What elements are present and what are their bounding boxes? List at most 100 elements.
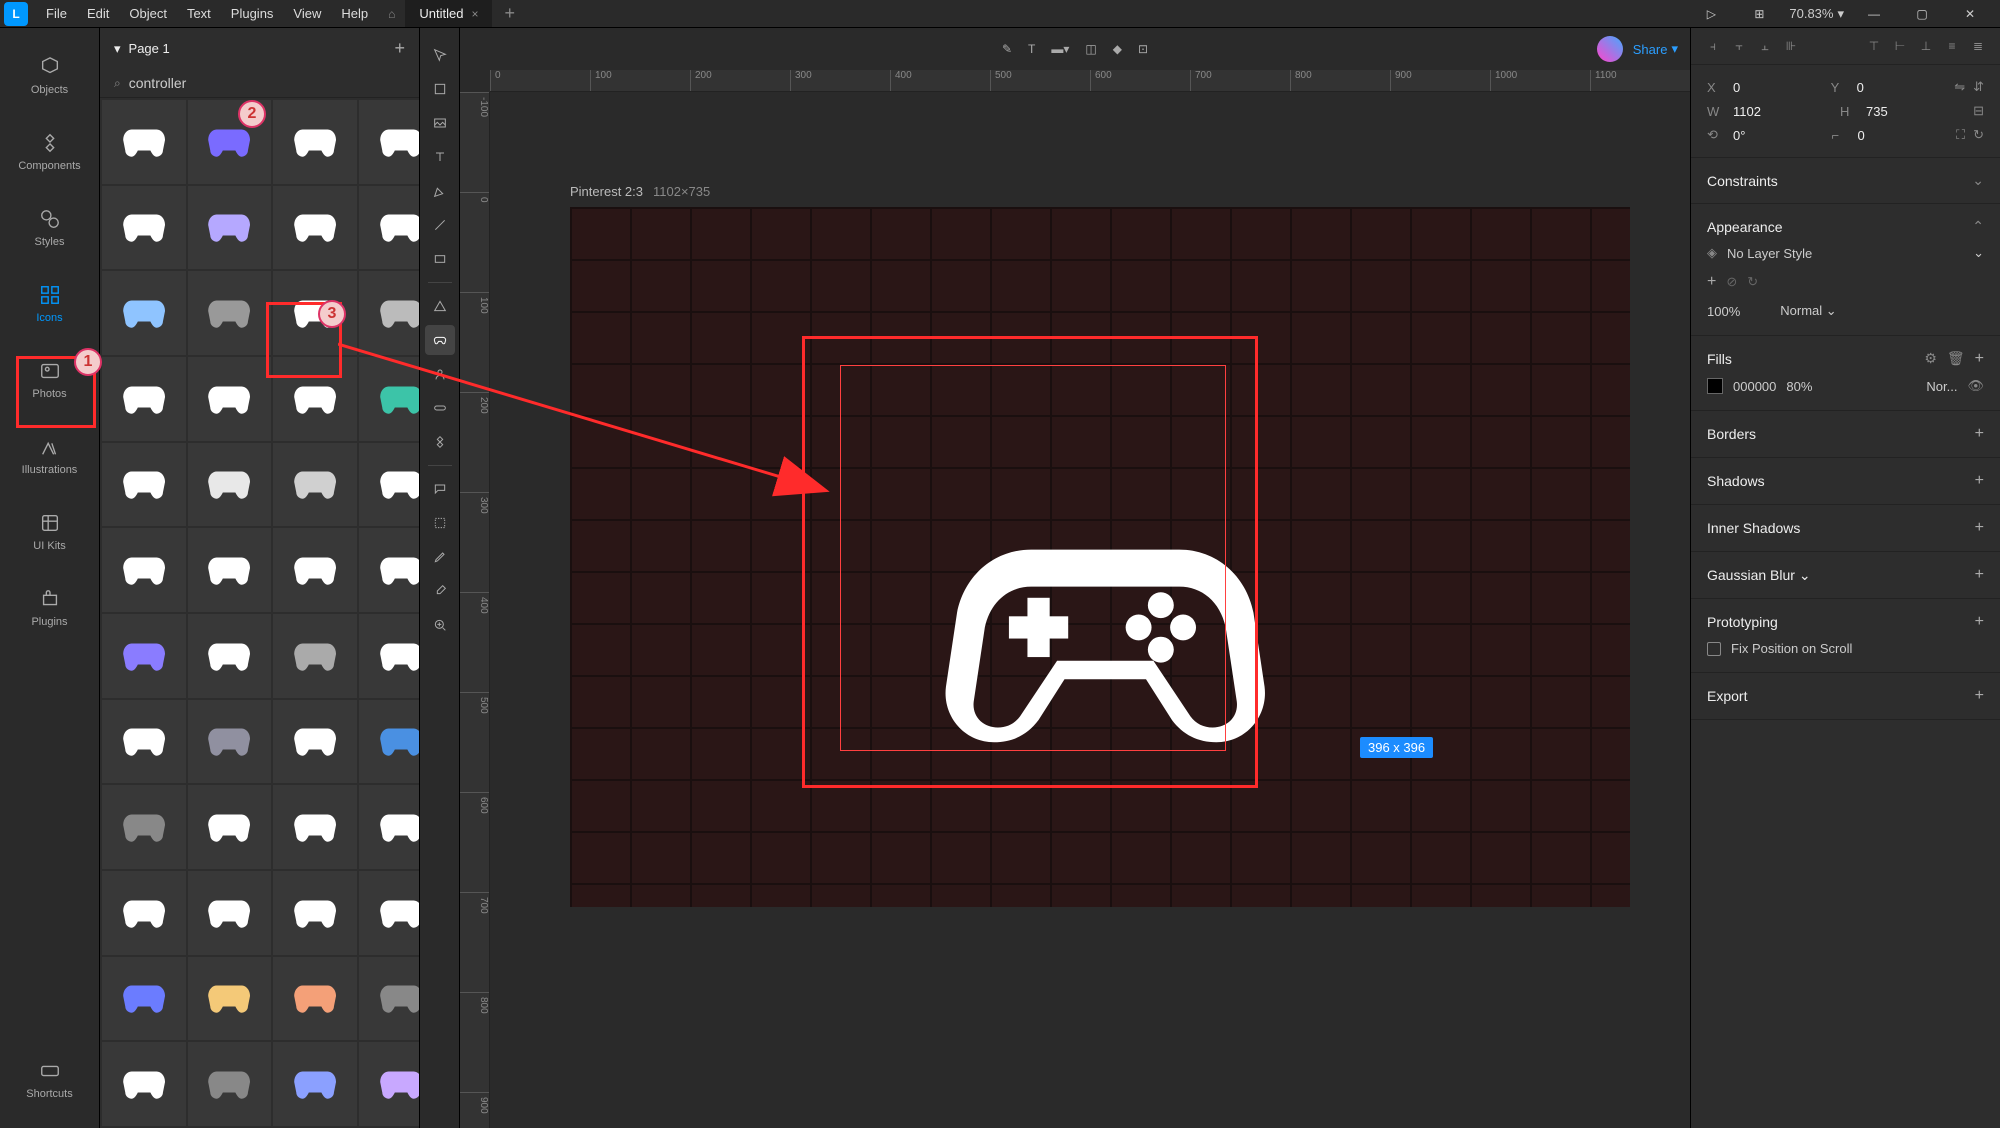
add-export-button[interactable]: + <box>1975 687 1984 705</box>
fix-position-row[interactable]: Fix Position on Scroll <box>1707 635 1984 662</box>
icon-result[interactable] <box>273 528 357 612</box>
rotation-value[interactable]: 0° <box>1733 128 1783 143</box>
h-value[interactable]: 735 <box>1866 104 1916 119</box>
tool-eyedropper[interactable] <box>425 576 455 606</box>
icon-result[interactable] <box>359 271 419 355</box>
icon-result[interactable] <box>273 871 357 955</box>
opacity-value[interactable]: 100% <box>1707 304 1740 319</box>
align-bottom-icon[interactable]: ⊥ <box>1916 36 1936 56</box>
rail-ui-kits[interactable]: UI Kits <box>10 504 90 560</box>
fill-hex[interactable]: 000000 <box>1733 379 1776 394</box>
icon-result[interactable] <box>102 614 186 698</box>
tool-text[interactable] <box>425 142 455 172</box>
tool-avatar[interactable] <box>425 359 455 389</box>
borders-header[interactable]: Borders+ <box>1707 421 1984 447</box>
pencil-icon[interactable]: ✎ <box>1002 42 1012 56</box>
app-logo[interactable]: L <box>4 2 28 26</box>
shadows-header[interactable]: Shadows+ <box>1707 468 1984 494</box>
crop-icon[interactable]: ◫ <box>1085 42 1096 56</box>
text-icon[interactable]: T <box>1028 42 1035 56</box>
expand-corner-icon[interactable]: ⛶ <box>1956 127 1965 143</box>
tool-controller[interactable] <box>425 325 455 355</box>
component-icon[interactable]: ◆ <box>1113 42 1122 56</box>
distribute-v-icon[interactable]: ≡ <box>1942 36 1962 56</box>
shape-icon[interactable]: ▬▾ <box>1051 42 1069 56</box>
icon-result[interactable] <box>359 785 419 869</box>
menu-help[interactable]: Help <box>331 6 378 21</box>
rail-shortcuts[interactable]: Shortcuts <box>10 1052 90 1108</box>
tool-image[interactable] <box>425 108 455 138</box>
eye-icon[interactable]: 👁 <box>1967 378 1984 394</box>
icon-result[interactable] <box>359 700 419 784</box>
icon-result[interactable] <box>359 871 419 955</box>
icon-result[interactable] <box>273 957 357 1041</box>
icon-result[interactable] <box>273 443 357 527</box>
lock-ratio-icon[interactable]: ⊟ <box>1973 103 1984 119</box>
grid-icon[interactable]: ⊞ <box>1741 1 1777 27</box>
fill-swatch[interactable] <box>1707 378 1723 394</box>
tool-zoomin[interactable] <box>425 610 455 640</box>
layer-style-row[interactable]: ◈No Layer Style⌄ <box>1707 239 1984 267</box>
home-icon[interactable]: ⌂ <box>378 7 405 21</box>
icon-result[interactable] <box>359 528 419 612</box>
rail-plugins[interactable]: Plugins <box>10 580 90 636</box>
blend-mode[interactable]: Normal ⌄ <box>1780 303 1836 319</box>
mask-icon[interactable]: ⊡ <box>1138 42 1148 56</box>
icon-result[interactable] <box>102 785 186 869</box>
gaussian-header[interactable]: Gaussian Blur ⌄+ <box>1707 562 1984 588</box>
icon-result[interactable] <box>273 100 357 184</box>
rail-styles[interactable]: Styles <box>10 200 90 256</box>
align-center-v-icon[interactable]: ⊢ <box>1890 36 1910 56</box>
more-icon[interactable]: ≣ <box>1968 36 1988 56</box>
icon-result[interactable] <box>359 357 419 441</box>
icon-result[interactable] <box>102 100 186 184</box>
close-tab-icon[interactable]: × <box>471 7 478 21</box>
constraints-header[interactable]: Constraints⌄ <box>1707 168 1984 193</box>
artboard-label[interactable]: Pinterest 2:3 1102×735 <box>570 184 710 199</box>
icon-result[interactable] <box>188 871 272 955</box>
icon-result[interactable] <box>273 186 357 270</box>
icon-result[interactable] <box>273 614 357 698</box>
tool-rect[interactable] <box>425 244 455 274</box>
align-top-icon[interactable]: ⊤ <box>1864 36 1884 56</box>
rail-objects[interactable]: Objects <box>10 48 90 104</box>
icon-result[interactable] <box>188 443 272 527</box>
menu-file[interactable]: File <box>36 6 77 21</box>
minimize-button[interactable]: — <box>1856 1 1892 27</box>
page-header[interactable]: ▾ Page 1 + <box>100 28 419 69</box>
rail-illustrations[interactable]: Illustrations <box>10 428 90 484</box>
icon-result[interactable] <box>102 957 186 1041</box>
icon-result[interactable] <box>273 1042 357 1126</box>
icon-result[interactable] <box>273 357 357 441</box>
add-border-button[interactable]: + <box>1975 425 1984 443</box>
icon-result[interactable] <box>359 186 419 270</box>
align-left-icon[interactable]: ⫞ <box>1703 36 1723 56</box>
align-right-icon[interactable]: ⫠ <box>1755 36 1775 56</box>
add-page-button[interactable]: + <box>394 38 405 59</box>
icon-result[interactable] <box>102 700 186 784</box>
tool-pencil[interactable] <box>425 542 455 572</box>
appearance-header[interactable]: Appearance⌃ <box>1707 214 1984 239</box>
maximize-button[interactable]: ▢ <box>1904 1 1940 27</box>
prototyping-header[interactable]: Prototyping+ <box>1707 609 1984 635</box>
icon-result[interactable] <box>273 700 357 784</box>
icon-result[interactable] <box>359 1042 419 1126</box>
menu-edit[interactable]: Edit <box>77 6 119 21</box>
add-fill-button[interactable]: + <box>1975 350 1984 368</box>
add-proto-button[interactable]: + <box>1975 613 1984 631</box>
new-tab-button[interactable]: + <box>492 3 527 24</box>
icon-result[interactable] <box>188 1042 272 1126</box>
menu-object[interactable]: Object <box>119 6 177 21</box>
export-header[interactable]: Export+ <box>1707 683 1984 709</box>
icon-result[interactable] <box>102 186 186 270</box>
close-window-button[interactable]: ✕ <box>1952 1 1988 27</box>
corner-value[interactable]: 0 <box>1858 128 1908 143</box>
canvas[interactable]: ✎ T ▬▾ ◫ ◆ ⊡ Share▾ 01002003004005006007… <box>460 28 1690 1128</box>
fix-position-checkbox[interactable] <box>1707 642 1721 656</box>
distribute-h-icon[interactable]: ⊪ <box>1781 36 1801 56</box>
menu-view[interactable]: View <box>283 6 331 21</box>
inner-shadows-header[interactable]: Inner Shadows+ <box>1707 515 1984 541</box>
x-value[interactable]: 0 <box>1733 80 1783 95</box>
icon-result[interactable] <box>188 700 272 784</box>
artboard[interactable] <box>570 207 1630 907</box>
